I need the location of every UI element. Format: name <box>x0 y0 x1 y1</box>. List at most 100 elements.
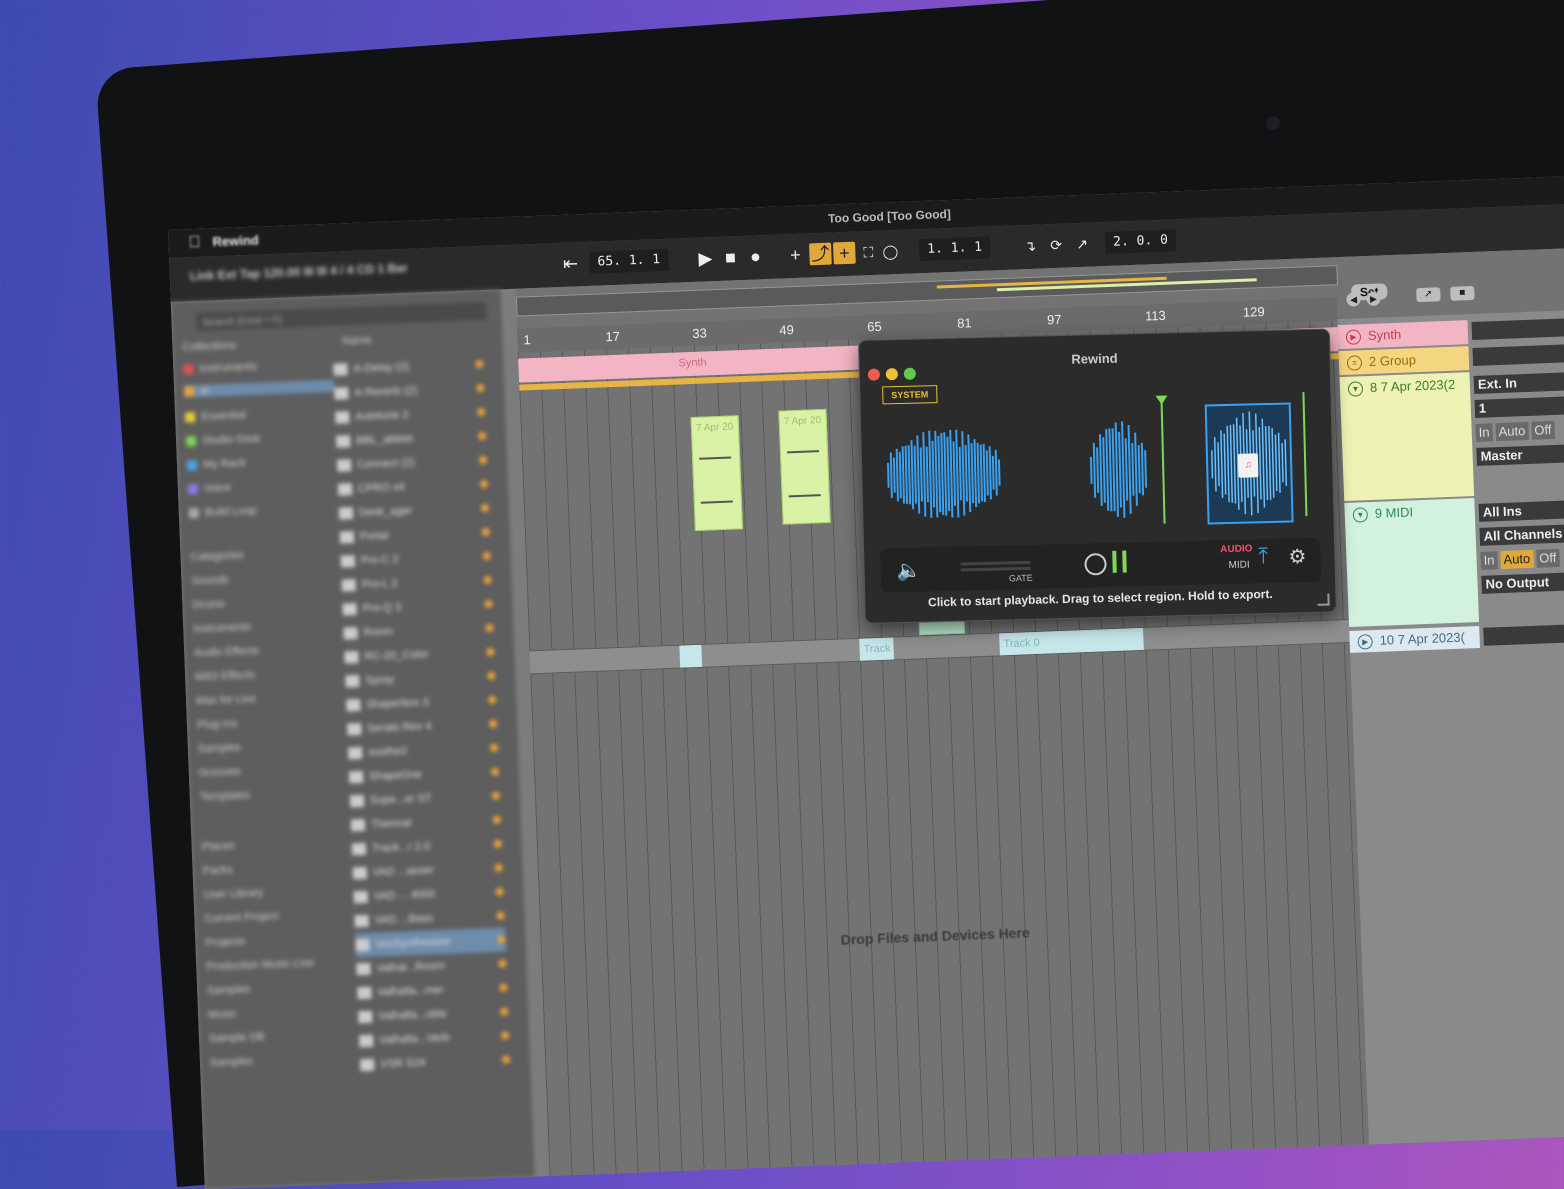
arrangement-position[interactable]: 65. 1. 1 <box>589 248 669 274</box>
favorite-dot-icon[interactable] <box>496 911 505 920</box>
category-grooves[interactable]: Grooves <box>199 766 241 780</box>
favorite-dot-icon[interactable] <box>499 983 508 992</box>
place-production-music-live[interactable]: Production Music Live <box>206 957 314 973</box>
monitor-in-button[interactable]: In <box>1475 423 1493 442</box>
prev-locator-icon[interactable]: ◀ <box>1346 292 1361 307</box>
category-samples[interactable]: Samples <box>198 742 241 756</box>
audio-clip[interactable]: Track <box>859 637 895 661</box>
track-header-synth[interactable]: ▶ Synth <box>1337 320 1469 350</box>
favorite-dot-icon[interactable] <box>501 1031 510 1040</box>
app-name[interactable]: Rewind <box>212 233 259 250</box>
favorite-dot-icon[interactable] <box>478 455 488 465</box>
favorite-dot-icon[interactable] <box>481 527 490 537</box>
track-header-midi[interactable]: ▼ 9 MIDI <box>1344 498 1480 627</box>
tempo-controls[interactable]: Link Ext Tap 120.00 III III 4 / 4 CD 1 B… <box>190 257 510 287</box>
midi-mode-label[interactable]: MIDI <box>1228 559 1249 571</box>
favorite-dot-icon[interactable] <box>482 551 491 561</box>
arrow-icon[interactable]: ➚ <box>1416 287 1441 303</box>
favorite-dot-icon[interactable] <box>477 407 486 417</box>
browser-search[interactable]: Search (Cmd + F) <box>196 301 487 331</box>
synth-io-slot[interactable] <box>1471 318 1564 341</box>
place-current-project[interactable]: Current Project <box>204 910 278 925</box>
favorite-dot-icon[interactable] <box>497 935 506 944</box>
collection-voice[interactable]: Voice <box>187 482 231 496</box>
audio-output-select[interactable]: Master <box>1476 444 1564 466</box>
punch-in-icon[interactable]: ↴ <box>1019 234 1042 257</box>
favorite-dot-icon[interactable] <box>479 479 489 489</box>
loop-icon[interactable]: ⟳ <box>1045 233 1068 256</box>
audio-channel-select[interactable]: 1 <box>1474 396 1564 418</box>
gate-slider[interactable] <box>960 560 1031 566</box>
midi-clip[interactable]: 7 Apr 20 <box>778 408 831 525</box>
place-music[interactable]: Music <box>208 1008 237 1021</box>
fold-icon[interactable]: ▼ <box>1352 507 1369 523</box>
place-samples-2[interactable]: Samples <box>210 1055 253 1069</box>
favorite-dot-icon[interactable] <box>489 743 499 753</box>
stop-icon[interactable]: ■ <box>719 246 742 269</box>
audio2-io-slot[interactable] <box>1483 623 1564 646</box>
playhead-marker[interactable] <box>1160 399 1166 524</box>
midi-clip[interactable]: 7 Apr 20 <box>690 415 743 531</box>
favorite-dot-icon[interactable] <box>488 695 497 705</box>
play-icon[interactable]: ▶ <box>1357 634 1373 650</box>
favorite-dot-icon[interactable] <box>494 863 503 872</box>
category-templates[interactable]: Templates <box>200 789 251 803</box>
favorite-dot-icon[interactable] <box>487 671 496 681</box>
monitor-off-button[interactable]: Off <box>1535 548 1560 568</box>
category-midi-effects[interactable]: MIDI Effects <box>195 669 255 683</box>
favorite-dot-icon[interactable] <box>500 1007 509 1016</box>
collection-studio-gear[interactable]: Studio Gear <box>185 433 261 448</box>
export-icon[interactable]: ⤒ <box>1258 543 1268 569</box>
export-preview[interactable]: ♫ <box>1204 402 1294 525</box>
place-user-library[interactable]: User Library <box>203 887 263 901</box>
record-circle-icon[interactable] <box>1084 552 1107 576</box>
place-projects[interactable]: Projects <box>205 936 245 950</box>
song-position[interactable]: 1. 1. 1 <box>918 236 991 262</box>
category-audio-effects[interactable]: Audio Effects <box>194 645 259 659</box>
playhead-handle-icon[interactable] <box>1155 395 1168 405</box>
favorite-dot-icon[interactable] <box>486 647 495 657</box>
record-icon[interactable]: ● <box>744 245 767 268</box>
favorite-dot-icon[interactable] <box>492 815 502 824</box>
favorite-dot-icon[interactable] <box>495 887 504 896</box>
monitor-auto-button[interactable]: Auto <box>1500 549 1534 570</box>
midi-channel-select[interactable]: All Channels <box>1479 524 1564 546</box>
collection-build-loop[interactable]: Build Loop <box>188 505 257 520</box>
resize-handle-icon[interactable] <box>1317 593 1330 606</box>
region-end-marker[interactable] <box>1302 392 1308 517</box>
audio-clip[interactable] <box>679 644 703 668</box>
gear-icon[interactable]: ⚙ <box>1288 544 1307 569</box>
favorite-dot-icon[interactable] <box>475 359 484 369</box>
category-drums[interactable]: Drums <box>192 598 225 611</box>
favorite-dot-icon[interactable] <box>476 383 485 393</box>
waveform-full[interactable] <box>883 417 1006 530</box>
audio-mode-label[interactable]: AUDIO <box>1220 543 1252 555</box>
punch-out-icon[interactable]: ↗ <box>1071 233 1094 256</box>
pause-icon[interactable] <box>1112 550 1117 573</box>
favorite-dot-icon[interactable] <box>489 719 498 729</box>
next-locator-icon[interactable]: ▶ <box>1366 291 1381 307</box>
group-io-slot[interactable] <box>1472 344 1564 366</box>
lock-icon[interactable]: ■ <box>1450 285 1475 301</box>
favorite-dot-icon[interactable] <box>480 503 490 513</box>
favorite-dot-icon[interactable] <box>490 767 500 776</box>
play-icon[interactable]: ▶ <box>694 247 717 270</box>
track-header-group[interactable]: ≡ 2 Group <box>1338 346 1470 376</box>
category-plug-ins[interactable]: Plug-Ins <box>197 718 238 732</box>
overdub-icon[interactable]: + <box>832 241 856 265</box>
monitor-auto-button[interactable]: Auto <box>1495 421 1529 442</box>
category-max-for-live[interactable]: Max for Live <box>196 693 256 707</box>
apple-icon[interactable]:  <box>188 234 201 252</box>
place-packs[interactable]: Packs <box>202 864 232 877</box>
capture-icon[interactable]: ⛶ <box>857 241 880 264</box>
favorite-dot-icon[interactable] <box>477 431 487 441</box>
add-icon[interactable]: + <box>784 244 807 267</box>
collection-ai[interactable]: ai <box>183 379 335 398</box>
midi-output-select[interactable]: No Output <box>1481 572 1564 594</box>
track-header-audio[interactable]: ▼ 8 7 Apr 2023(2 <box>1339 372 1475 502</box>
category-instruments[interactable]: Instruments <box>193 621 251 635</box>
session-record-icon[interactable]: ◯ <box>879 240 902 263</box>
place-samples[interactable]: Samples <box>207 983 250 997</box>
monitor-in-button[interactable]: In <box>1480 551 1498 570</box>
file-list-header[interactable]: Name <box>342 334 372 347</box>
